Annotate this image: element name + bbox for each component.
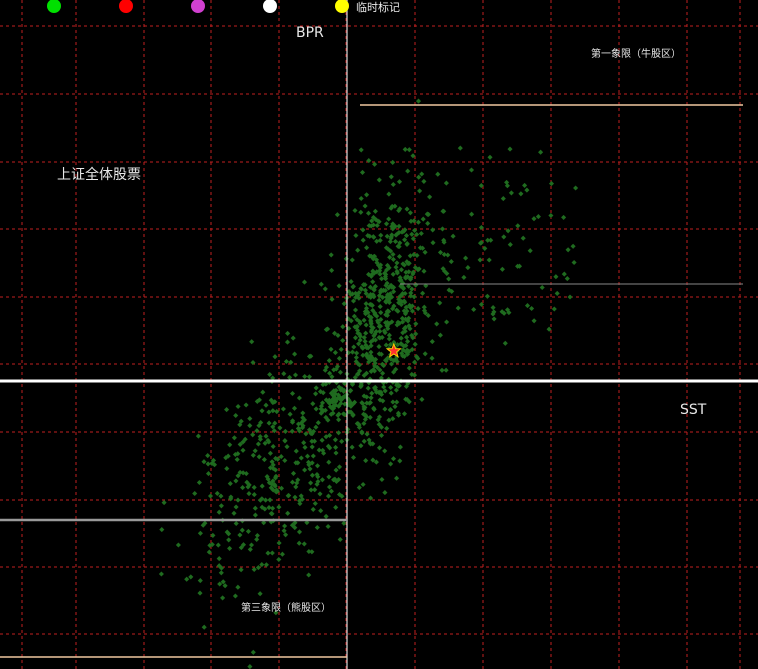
legend-label: 临时标记 — [356, 0, 400, 14]
chart-title: 上证全体股票 — [57, 166, 141, 183]
quadrant-3-label: 第三象限（熊股区） — [241, 601, 331, 614]
y-axis-label: BPR — [296, 25, 324, 41]
scatter-chart: 临时标记 BPR SST 上证全体股票 第一象限（牛股区） 第三象限（熊股区） — [0, 0, 758, 669]
quadrant-1-label: 第一象限（牛股区） — [591, 47, 681, 60]
x-axis-label: SST — [680, 402, 707, 418]
chart-background — [0, 0, 758, 669]
